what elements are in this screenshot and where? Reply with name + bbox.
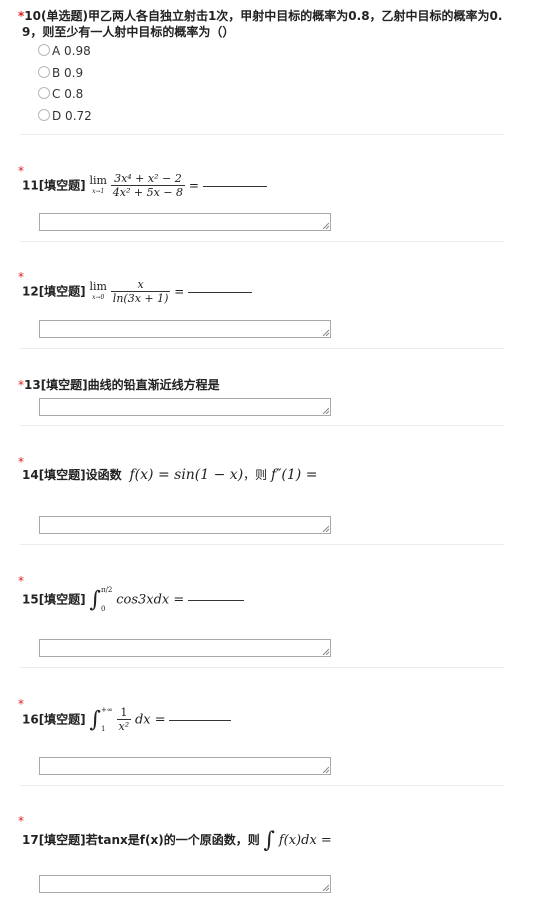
- option-d[interactable]: D 0.72: [38, 108, 92, 124]
- question-13-title: 13[填空题]曲线的铅直渐近线方程是: [24, 378, 220, 392]
- divider: [20, 785, 504, 786]
- answer-field-17[interactable]: [39, 875, 331, 893]
- blank-line: [188, 599, 245, 601]
- divider: [20, 425, 504, 426]
- resize-grip-icon[interactable]: [322, 648, 329, 655]
- resize-grip-icon[interactable]: [322, 222, 329, 229]
- option-a[interactable]: A 0.98: [38, 43, 91, 59]
- question-14-title: 14[填空题]设函数 f(x) = sin(1 − x)，则 f″(1) =: [22, 467, 318, 483]
- resize-grip-icon[interactable]: [322, 525, 329, 532]
- question-17-title: 17[填空题]若tanx是f(x)的一个原函数，则 ∫ f(x)dx =: [22, 828, 332, 853]
- answer-field-15[interactable]: [39, 639, 331, 657]
- question-10: *10(单选题)甲乙两人各自独立射击1次，甲射中目标的概率为0.8，乙射中目标的…: [18, 8, 504, 40]
- fraction: x ln(3x + 1): [110, 278, 171, 305]
- limit-expression: lim x→0: [89, 280, 107, 301]
- radio-icon[interactable]: [38, 87, 50, 99]
- divider: [20, 667, 504, 668]
- required-star: *: [18, 814, 24, 828]
- divider: [20, 348, 504, 349]
- divider: [20, 134, 504, 135]
- integral-sign: ∫: [89, 707, 101, 733]
- option-c[interactable]: C 0.8: [38, 86, 83, 102]
- radio-icon[interactable]: [38, 109, 50, 121]
- radio-icon[interactable]: [38, 44, 50, 56]
- divider: [20, 544, 504, 545]
- integral-limits: π/2 0: [100, 586, 113, 613]
- integral-sign: ∫: [89, 587, 101, 613]
- option-b[interactable]: B 0.9: [38, 65, 83, 81]
- fraction: 1 x²: [116, 706, 132, 733]
- answer-field-16[interactable]: [39, 757, 331, 775]
- answer-field-13[interactable]: [39, 398, 331, 416]
- question-16-title: 16[填空题] ∫ +∞ 1 1 x² dx =: [22, 706, 508, 734]
- fraction: 3x⁴ + x² − 2 4x² + 5x − 8: [110, 172, 186, 199]
- blank-line: [169, 719, 232, 721]
- answer-field-14[interactable]: [39, 516, 331, 534]
- divider: [20, 241, 504, 242]
- question-10-title: *10(单选题)甲乙两人各自独立射击1次，甲射中目标的概率为0.8，乙射中目标的…: [18, 9, 503, 39]
- question-12-title: 12[填空题] lim x→0 x ln(3x + 1) =: [22, 278, 508, 306]
- question-11-title: 11[填空题] lim x→1 3x⁴ + x² − 2 4x² + 5x − 8 …: [22, 172, 508, 200]
- blank-line: [188, 291, 253, 293]
- question-15-title: 15[填空题] ∫ π/2 0 cos3xdx =: [22, 586, 508, 614]
- resize-grip-icon[interactable]: [322, 407, 329, 414]
- answer-field-11[interactable]: [39, 213, 331, 231]
- blank-line: [202, 185, 267, 187]
- question-17: *: [18, 814, 504, 828]
- question-13: *13[填空题]曲线的铅直渐近线方程是: [18, 377, 504, 393]
- integral-sign: ∫: [263, 828, 276, 853]
- limit-expression: lim x→1: [89, 174, 107, 195]
- answer-field-12[interactable]: [39, 320, 331, 338]
- radio-icon[interactable]: [38, 66, 50, 78]
- resize-grip-icon[interactable]: [322, 329, 329, 336]
- integral-limits: +∞ 1: [100, 706, 113, 733]
- resize-grip-icon[interactable]: [322, 884, 329, 891]
- resize-grip-icon[interactable]: [322, 766, 329, 773]
